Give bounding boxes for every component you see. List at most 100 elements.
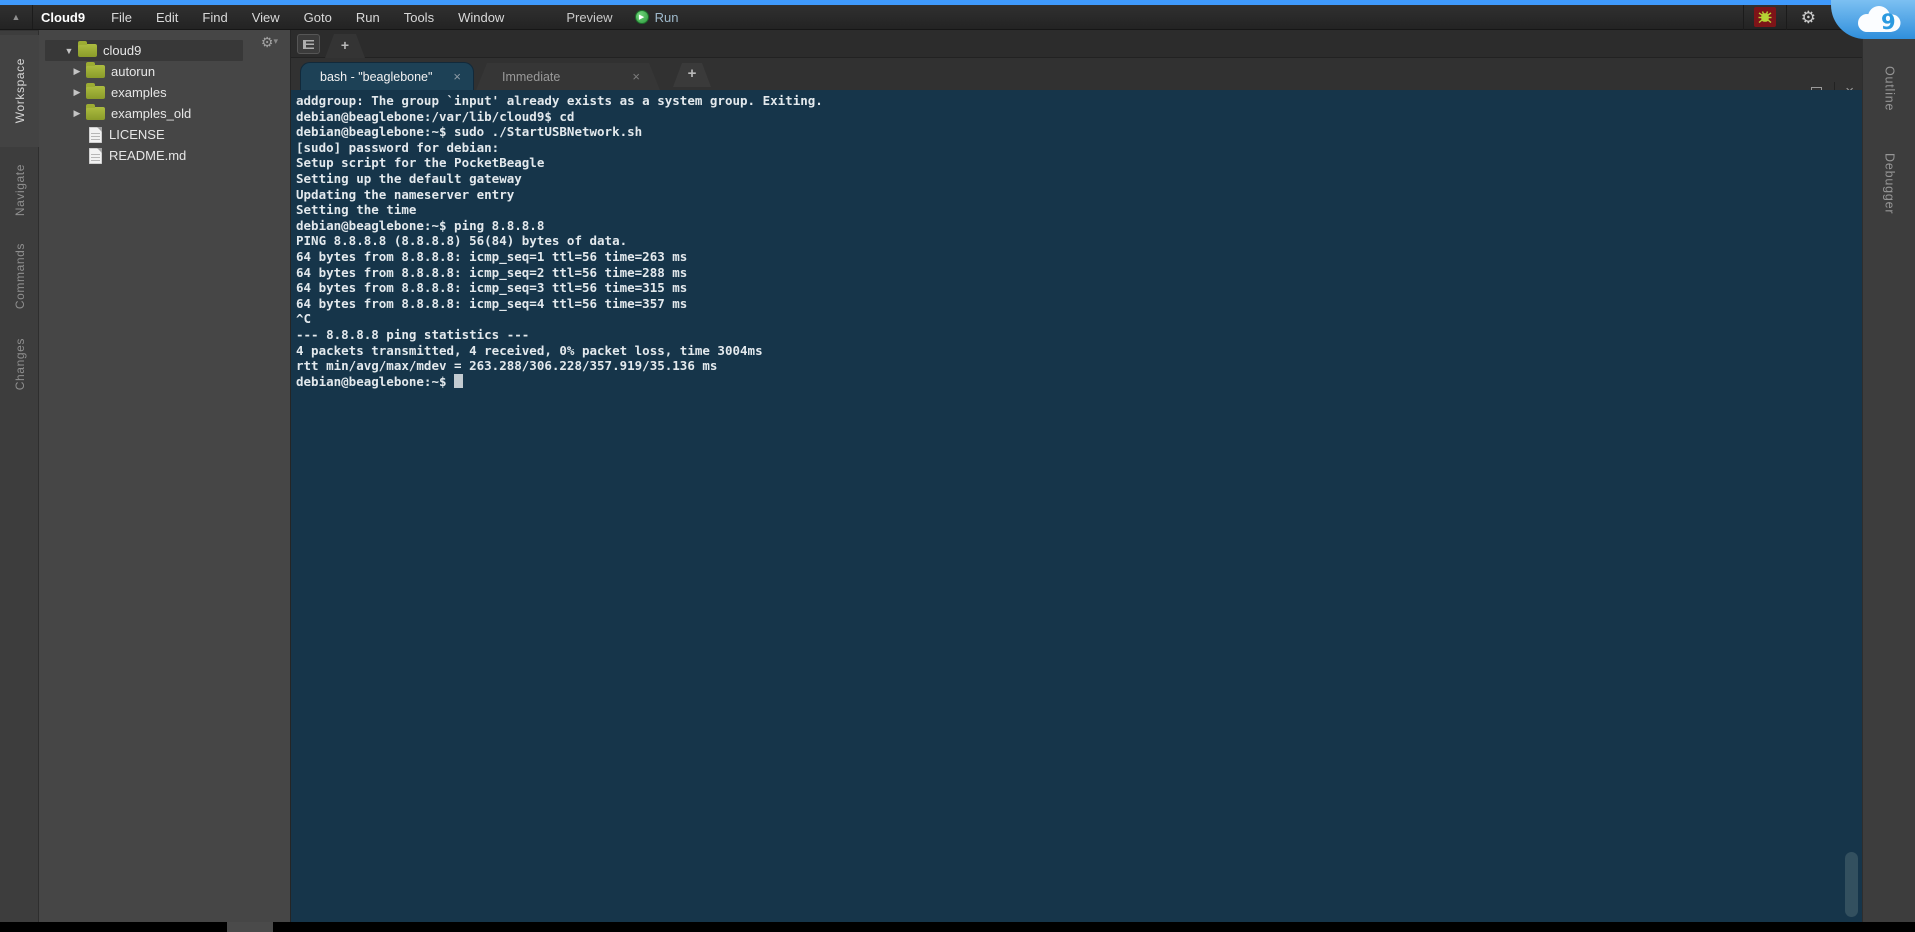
tree-item-label: cloud9 bbox=[103, 43, 141, 58]
twisty-expanded-icon[interactable]: ▼ bbox=[63, 46, 75, 56]
rail-tab-commands[interactable]: Commands bbox=[0, 231, 39, 321]
rail-tab-changes-label: Changes bbox=[13, 338, 27, 390]
menu-goto[interactable]: Goto bbox=[292, 5, 344, 29]
tab-immediate[interactable]: Immediate × bbox=[476, 63, 660, 90]
terminal-line: [sudo] password for debian: bbox=[296, 140, 1862, 156]
rail-tab-changes[interactable]: Changes bbox=[0, 323, 39, 405]
editor-tab-strip: + bbox=[291, 30, 1862, 58]
terminal-prompt-text: debian@beaglebone:~$ bbox=[296, 374, 454, 389]
menu-edit[interactable]: Edit bbox=[144, 5, 190, 29]
tree-item-label: LICENSE bbox=[109, 127, 165, 142]
menu-tools[interactable]: Tools bbox=[392, 5, 446, 29]
terminal-line: debian@beaglebone:/var/lib/cloud9$ cd bbox=[296, 109, 1862, 125]
terminal-line: Setting the time bbox=[296, 202, 1862, 218]
tree-item-examples-old[interactable]: ▶ examples_old bbox=[39, 103, 290, 124]
terminal-line: rtt min/avg/max/mdev = 263.288/306.228/3… bbox=[296, 358, 1862, 374]
file-icon bbox=[89, 148, 102, 164]
menubar-separator bbox=[1743, 5, 1744, 30]
rail-tab-outline-label: Outline bbox=[1883, 66, 1897, 111]
tree-item-label: examples bbox=[111, 85, 167, 100]
terminal-line: Setting up the default gateway bbox=[296, 171, 1862, 187]
collapse-menubar-button[interactable]: ▲ bbox=[0, 5, 33, 29]
menu-find[interactable]: Find bbox=[190, 5, 239, 29]
horizontal-scrollbar-thumb[interactable] bbox=[227, 922, 273, 932]
tree-item-label: autorun bbox=[111, 64, 155, 79]
rail-tab-navigate[interactable]: Navigate bbox=[0, 151, 39, 229]
tree-item-readme[interactable]: README.md bbox=[39, 145, 290, 166]
terminal-line: Updating the nameserver entry bbox=[296, 187, 1862, 203]
rail-tab-outline[interactable]: Outline bbox=[1863, 48, 1915, 130]
rail-tab-debugger[interactable]: Debugger bbox=[1863, 134, 1915, 234]
terminal-line: 4 packets transmitted, 4 received, 0% pa… bbox=[296, 343, 1862, 359]
file-icon bbox=[89, 127, 102, 143]
menu-run[interactable]: Run bbox=[344, 5, 392, 29]
rail-tab-workspace-label: Workspace bbox=[13, 58, 27, 123]
run-button[interactable]: ▶ Run bbox=[635, 10, 679, 25]
twisty-collapsed-icon[interactable]: ▶ bbox=[71, 66, 83, 77]
tree-item-license[interactable]: LICENSE bbox=[39, 124, 290, 145]
run-button-label: Run bbox=[655, 10, 679, 25]
folder-icon bbox=[86, 65, 105, 78]
twisty-collapsed-icon[interactable]: ▶ bbox=[71, 87, 83, 98]
new-console-tab-button[interactable]: + bbox=[673, 63, 711, 87]
close-icon[interactable]: × bbox=[632, 69, 640, 84]
terminal-line: PING 8.8.8.8 (8.8.8.8) 56(84) bytes of d… bbox=[296, 233, 1862, 249]
twisty-collapsed-icon[interactable]: ▶ bbox=[71, 108, 83, 119]
tab-label: Immediate bbox=[502, 70, 560, 84]
tree-item-label: README.md bbox=[109, 148, 186, 163]
cloud9-logo-icon: 9 bbox=[1851, 4, 1907, 36]
menu-view[interactable]: View bbox=[240, 5, 292, 29]
svg-text:9: 9 bbox=[1881, 10, 1896, 34]
tree-item-examples[interactable]: ▶ examples bbox=[39, 82, 290, 103]
menubar-separator bbox=[1786, 5, 1787, 30]
menu-cloud9[interactable]: Cloud9 bbox=[33, 5, 99, 29]
workspace-file-tree: ⚙▾ ▼ cloud9 ▶ autorun ▶ examples ▶ examp… bbox=[39, 30, 290, 922]
terminal-line: Setup script for the PocketBeagle bbox=[296, 155, 1862, 171]
folder-icon bbox=[86, 107, 105, 120]
gear-icon: ⚙ bbox=[1801, 8, 1816, 27]
right-panel-rail: Outline Debugger bbox=[1862, 30, 1915, 922]
menu-file[interactable]: File bbox=[99, 5, 144, 29]
settings-gear-button[interactable]: ⚙ bbox=[1801, 9, 1816, 26]
terminal-line: 64 bytes from 8.8.8.8: icmp_seq=4 ttl=56… bbox=[296, 296, 1862, 312]
terminal-line: 64 bytes from 8.8.8.8: icmp_seq=2 ttl=56… bbox=[296, 265, 1862, 281]
rail-tab-commands-label: Commands bbox=[13, 243, 27, 309]
tab-list-button[interactable] bbox=[297, 34, 320, 54]
console-pane: + bash - "beaglebone" × Immediate × + × … bbox=[290, 30, 1862, 922]
rail-tab-debugger-label: Debugger bbox=[1883, 153, 1897, 214]
bottom-bar bbox=[0, 922, 1915, 932]
play-icon: ▶ bbox=[635, 10, 649, 24]
terminal-scrollbar-thumb[interactable] bbox=[1845, 852, 1858, 917]
menu-window[interactable]: Window bbox=[446, 5, 516, 29]
menubar: ▲ Cloud9 File Edit Find View Goto Run To… bbox=[0, 5, 1915, 30]
terminal-line: addgroup: The group `input' already exis… bbox=[296, 93, 1862, 109]
bug-icon bbox=[1757, 9, 1773, 25]
console-tab-bar: bash - "beaglebone" × Immediate × + × bbox=[291, 58, 1862, 90]
tree-item-autorun[interactable]: ▶ autorun bbox=[39, 61, 290, 82]
rail-tab-workspace[interactable]: Workspace bbox=[0, 35, 39, 147]
terminal-line: --- 8.8.8.8 ping statistics --- bbox=[296, 327, 1862, 343]
close-icon[interactable]: × bbox=[453, 69, 461, 84]
triangle-up-icon: ▲ bbox=[12, 12, 21, 22]
terminal-line: 64 bytes from 8.8.8.8: icmp_seq=3 ttl=56… bbox=[296, 280, 1862, 296]
terminal-line: ^C bbox=[296, 311, 1862, 327]
terminal-line: debian@beaglebone:~$ sudo ./StartUSBNetw… bbox=[296, 124, 1862, 140]
cloud9-ide-window: ▲ Cloud9 File Edit Find View Goto Run To… bbox=[0, 0, 1915, 932]
top-accent-bar bbox=[0, 0, 1915, 5]
tree-item-cloud9[interactable]: ▼ cloud9 bbox=[45, 40, 243, 61]
tree-item-label: examples_old bbox=[111, 106, 191, 121]
rail-tab-navigate-label: Navigate bbox=[13, 164, 27, 216]
terminal-line: 64 bytes from 8.8.8.8: icmp_seq=1 ttl=56… bbox=[296, 249, 1862, 265]
preview-button[interactable]: Preview bbox=[554, 10, 624, 25]
folder-icon bbox=[86, 86, 105, 99]
debug-bug-button[interactable] bbox=[1754, 7, 1776, 27]
left-panel-rail: Workspace Navigate Commands Changes bbox=[0, 30, 39, 922]
terminal-output[interactable]: addgroup: The group `input' already exis… bbox=[291, 90, 1862, 922]
tab-bash-beaglebone[interactable]: bash - "beaglebone" × bbox=[301, 63, 473, 90]
tab-label: bash - "beaglebone" bbox=[320, 70, 432, 84]
terminal-line: debian@beaglebone:~$ ping 8.8.8.8 bbox=[296, 218, 1862, 234]
terminal-prompt-line: debian@beaglebone:~$ bbox=[296, 374, 1862, 390]
terminal-cursor[interactable] bbox=[454, 374, 463, 388]
folder-icon bbox=[78, 44, 97, 57]
new-editor-tab-button[interactable]: + bbox=[325, 34, 365, 58]
